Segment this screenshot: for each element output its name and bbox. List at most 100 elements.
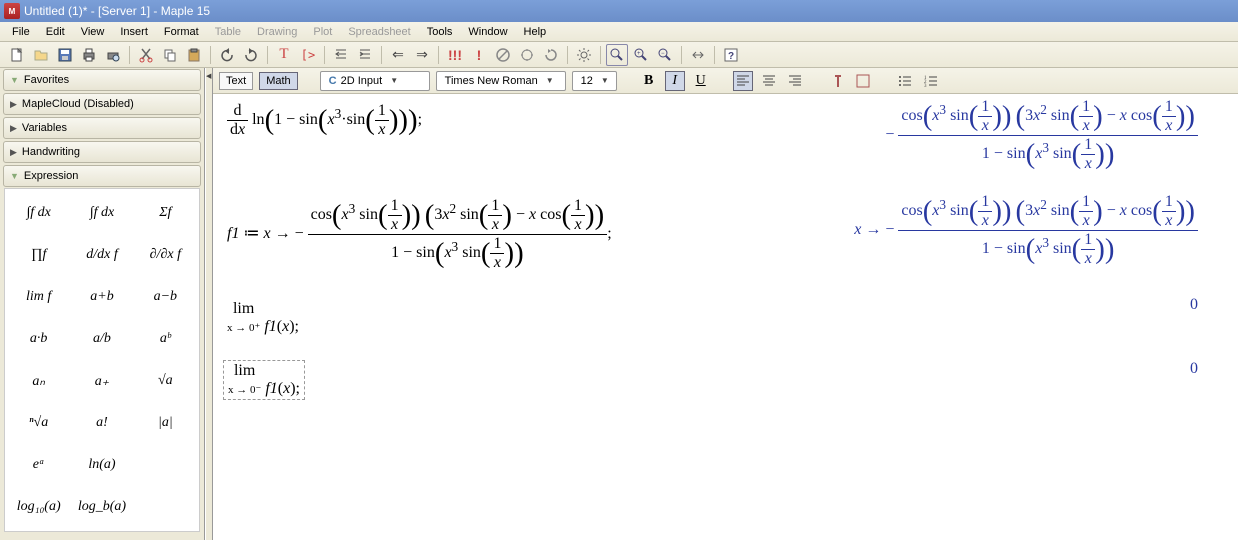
paragraph-button[interactable] bbox=[827, 71, 847, 91]
expr-template-8[interactable]: a−b bbox=[136, 281, 195, 313]
expr-template-2[interactable]: Σf bbox=[136, 197, 195, 229]
math-input[interactable]: f1 ≔ x → − cos(x3 sin(1x)) (3x2 sin(1x) … bbox=[223, 193, 616, 276]
format-toolbar: Text Math C2D Input▼ Times New Roman▼ 12… bbox=[213, 68, 1238, 94]
stop-button[interactable] bbox=[492, 44, 514, 66]
palette-handwriting[interactable]: ▶Handwriting bbox=[3, 141, 201, 163]
palette-favorites[interactable]: ▼Favorites bbox=[3, 69, 201, 91]
text-mode-button[interactable]: Text bbox=[219, 72, 253, 90]
italic-button[interactable]: I bbox=[665, 71, 685, 91]
worksheet[interactable]: ddx ln(1 − sin(x3·sin(1x))); − cos(x3 si… bbox=[213, 94, 1238, 540]
expr-template-21[interactable]: log₁₀(a) bbox=[9, 491, 68, 523]
math-output: − cos(x3 sin(1x)) (3x2 sin(1x) − x cos(1… bbox=[426, 98, 1228, 173]
palette-expression[interactable]: ▼Expression bbox=[3, 165, 201, 187]
insert-text-button[interactable]: T bbox=[273, 44, 295, 66]
copy-button[interactable] bbox=[159, 44, 181, 66]
expr-template-1[interactable]: ∫f dx bbox=[72, 197, 131, 229]
toolbar-separator bbox=[681, 46, 682, 64]
restart-button[interactable] bbox=[540, 44, 562, 66]
toolbar-separator bbox=[210, 46, 211, 64]
toggle-button[interactable] bbox=[687, 44, 709, 66]
back-button[interactable]: ⇐ bbox=[387, 44, 409, 66]
underline-button[interactable]: U bbox=[691, 71, 711, 91]
zoom-in-button[interactable]: + bbox=[630, 44, 652, 66]
menu-tools[interactable]: Tools bbox=[419, 24, 461, 40]
expr-template-19[interactable]: ln(a) bbox=[72, 449, 131, 481]
math-output: 0 bbox=[303, 296, 1228, 314]
svg-text:?: ? bbox=[728, 51, 734, 62]
help-button[interactable]: ? bbox=[720, 44, 742, 66]
combo-value: 2D Input bbox=[341, 75, 383, 87]
cut-button[interactable] bbox=[135, 44, 157, 66]
zoom-out-button[interactable]: − bbox=[654, 44, 676, 66]
print-preview-button[interactable] bbox=[102, 44, 124, 66]
size-combo[interactable]: 12▼ bbox=[572, 71, 617, 91]
toolbar-separator bbox=[324, 46, 325, 64]
font-combo[interactable]: Times New Roman▼ bbox=[436, 71, 566, 91]
menu-view[interactable]: View bbox=[73, 24, 113, 40]
gear-button[interactable] bbox=[573, 44, 595, 66]
expr-template-15[interactable]: ⁿ√a bbox=[9, 407, 68, 439]
forward-button[interactable]: ⇒ bbox=[411, 44, 433, 66]
execute-button[interactable]: ! bbox=[468, 44, 490, 66]
menu-edit[interactable]: Edit bbox=[38, 24, 73, 40]
math-input[interactable]: limx → 0⁺ f1(x); bbox=[223, 296, 303, 340]
expr-template-6[interactable]: lim f bbox=[9, 281, 68, 313]
expr-template-11[interactable]: aᵇ bbox=[136, 323, 195, 355]
worksheet-row: limx → 0⁺ f1(x); 0 bbox=[223, 296, 1228, 340]
paste-button[interactable] bbox=[183, 44, 205, 66]
worksheet-row: f1 ≔ x → − cos(x3 sin(1x)) (3x2 sin(1x) … bbox=[223, 193, 1228, 276]
indent-button[interactable] bbox=[330, 44, 352, 66]
expand-icon: ▼ bbox=[10, 75, 19, 85]
workarea: Text Math C2D Input▼ Times New Roman▼ 12… bbox=[213, 68, 1238, 540]
expr-template-23 bbox=[136, 491, 195, 523]
main-area: ▼Favorites ▶MapleCloud (Disabled) ▶Varia… bbox=[0, 68, 1238, 540]
expr-template-5[interactable]: ∂/∂x f bbox=[136, 239, 195, 271]
expr-template-16[interactable]: a! bbox=[72, 407, 131, 439]
expr-template-0[interactable]: ∫f dx bbox=[9, 197, 68, 229]
number-list-button[interactable]: 123 bbox=[921, 71, 941, 91]
bold-button[interactable]: B bbox=[639, 71, 659, 91]
align-right-button[interactable] bbox=[785, 71, 805, 91]
math-input-active[interactable]: limx → 0⁻ f1(x); bbox=[223, 360, 305, 400]
expr-template-14[interactable]: √a bbox=[136, 365, 195, 397]
align-left-button[interactable] bbox=[733, 71, 753, 91]
worksheet-row: limx → 0⁻ f1(x); 0 bbox=[223, 360, 1228, 400]
menubar: FileEditViewInsertFormatTableDrawingPlot… bbox=[0, 22, 1238, 42]
execute-all-button[interactable]: !!! bbox=[444, 44, 466, 66]
expr-template-9[interactable]: a·b bbox=[9, 323, 68, 355]
insert-prompt-button[interactable]: [> bbox=[297, 44, 319, 66]
menu-file[interactable]: File bbox=[4, 24, 38, 40]
new-button[interactable] bbox=[6, 44, 28, 66]
spellcheck-button[interactable] bbox=[853, 71, 873, 91]
input-mode-combo[interactable]: C2D Input▼ bbox=[320, 71, 430, 91]
menu-insert[interactable]: Insert bbox=[112, 24, 156, 40]
open-button[interactable] bbox=[30, 44, 52, 66]
expr-template-3[interactable]: ∏f bbox=[9, 239, 68, 271]
palette-sidebar: ▼Favorites ▶MapleCloud (Disabled) ▶Varia… bbox=[0, 68, 205, 540]
menu-window[interactable]: Window bbox=[460, 24, 515, 40]
save-button[interactable] bbox=[54, 44, 76, 66]
expr-template-12[interactable]: aₙ bbox=[9, 365, 68, 397]
expr-template-7[interactable]: a+b bbox=[72, 281, 131, 313]
math-input[interactable]: ddx ln(1 − sin(x3·sin(1x))); bbox=[223, 98, 426, 143]
math-mode-button[interactable]: Math bbox=[259, 72, 297, 90]
align-center-button[interactable] bbox=[759, 71, 779, 91]
print-button[interactable] bbox=[78, 44, 100, 66]
expr-template-4[interactable]: d/dx f bbox=[72, 239, 131, 271]
zoom-default-button[interactable] bbox=[606, 44, 628, 66]
palette-variables[interactable]: ▶Variables bbox=[3, 117, 201, 139]
sidebar-divider[interactable] bbox=[205, 68, 213, 540]
expr-template-13[interactable]: a₊ bbox=[72, 365, 131, 397]
menu-format[interactable]: Format bbox=[156, 24, 207, 40]
expr-template-22[interactable]: log_b(a) bbox=[72, 491, 131, 523]
redo-button[interactable] bbox=[240, 44, 262, 66]
expr-template-18[interactable]: eᵃ bbox=[9, 449, 68, 481]
outdent-button[interactable] bbox=[354, 44, 376, 66]
debug-button[interactable] bbox=[516, 44, 538, 66]
bullet-list-button[interactable] bbox=[895, 71, 915, 91]
expr-template-10[interactable]: a/b bbox=[72, 323, 131, 355]
menu-help[interactable]: Help bbox=[516, 24, 555, 40]
expr-template-17[interactable]: |a| bbox=[136, 407, 195, 439]
palette-maplecloud[interactable]: ▶MapleCloud (Disabled) bbox=[3, 93, 201, 115]
undo-button[interactable] bbox=[216, 44, 238, 66]
